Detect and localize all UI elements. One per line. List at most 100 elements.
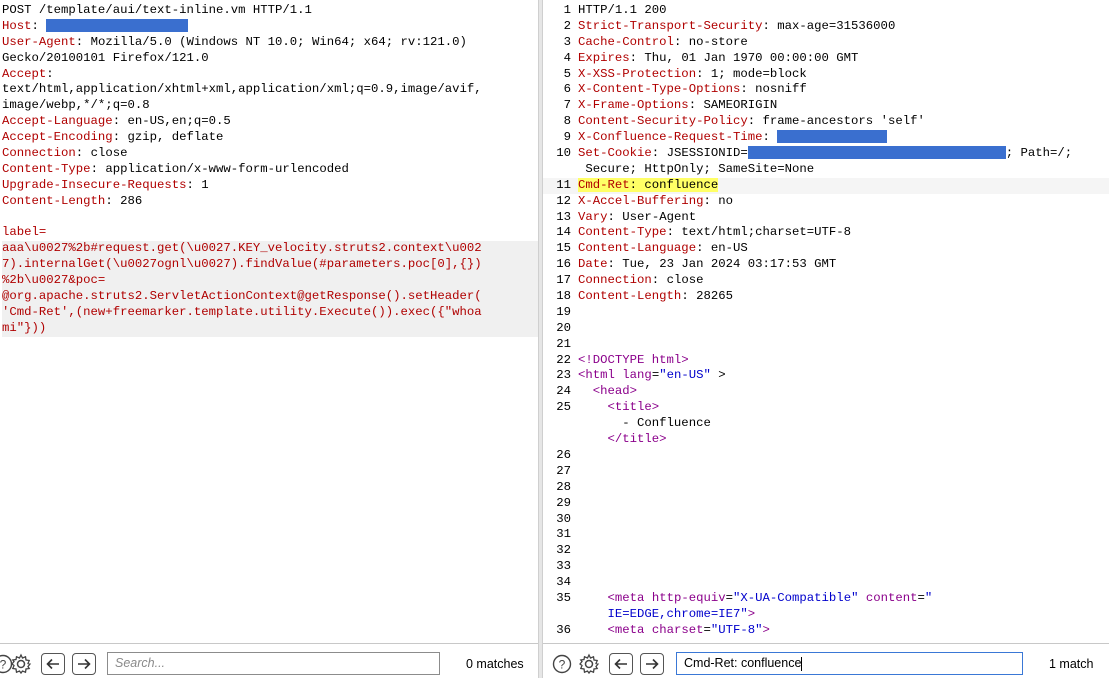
header-value: 1; mode=block <box>710 66 807 81</box>
arrow-left-icon <box>614 658 627 670</box>
line-number: 28 <box>556 479 571 494</box>
header-name: Strict-Transport-Security <box>578 18 763 33</box>
header-name: X-Confluence-Request-Time <box>578 130 763 145</box>
line-number: 4 <box>563 50 571 65</box>
response-line: 16 Date: Tue, 23 Jan 2024 03:17:53 GMT <box>543 257 1109 273</box>
header-name: Content-Language <box>578 241 697 256</box>
header-value: User-Agent <box>622 209 697 224</box>
param-value: %2b\u0027&poc= <box>2 273 106 288</box>
header-name: Vary <box>578 209 608 224</box>
html-text: = <box>703 622 711 637</box>
response-editor[interactable]: 1 HTTP/1.1 200 2 Strict-Transport-Security:… <box>543 3 1109 639</box>
line-number: 35 <box>556 590 571 605</box>
header-value: JSESSIONID= <box>666 146 748 161</box>
line-text: <meta http-equiv="X-UA-Compatible" conte… <box>578 590 933 607</box>
response-line: Secure; HttpOnly; SameSite=None <box>543 162 1109 178</box>
header-value: no <box>718 193 733 208</box>
gear-icon[interactable] <box>578 653 600 675</box>
header-colon: : <box>607 209 623 224</box>
previous-match-button[interactable] <box>609 653 633 675</box>
gear-icon[interactable] <box>10 653 32 675</box>
header-text: X-Frame-Options: SAMEORIGIN <box>578 98 777 112</box>
html-attr-name: lang <box>622 368 652 383</box>
svg-text:?: ? <box>559 658 566 672</box>
param-value: @org.apache.struts2.ServletActionContext… <box>2 289 482 304</box>
line-number: 18 <box>556 289 571 304</box>
line-text: Content-Type: text/html;charset=UTF-8 <box>578 225 851 241</box>
request-header-line: Accept-Language: en-US,en;q=0.5 <box>2 114 538 130</box>
header-text: Set-Cookie: JSESSIONID= ; Path=/; <box>578 146 1072 160</box>
header-continuation: Gecko/20100101 Firefox/121.0 <box>2 50 209 65</box>
line-number: 27 <box>556 463 571 478</box>
header-value: Tue, 23 Jan 2024 03:17:53 GMT <box>622 257 837 272</box>
next-match-button[interactable] <box>72 653 96 675</box>
request-search-input[interactable]: Search... <box>107 652 440 675</box>
line-number: 10 <box>556 146 571 161</box>
line-text: Cmd-Ret: confluence <box>578 177 719 194</box>
line-number: 15 <box>556 241 571 256</box>
line-text: Content-Length: 28265 <box>578 289 733 305</box>
redacted-value <box>747 146 1006 160</box>
request-header-line: Accept-Encoding: gzip, deflate <box>2 130 538 146</box>
next-match-button[interactable] <box>640 653 664 675</box>
html-tag: <meta <box>607 622 652 637</box>
header-name: Cache-Control <box>578 34 674 49</box>
line-text: </title> <box>578 432 667 448</box>
line-number: 36 <box>556 622 571 637</box>
response-match-count: 1 match <box>1049 657 1094 671</box>
request-pane[interactable]: POST /template/aui/text-inline.vm HTTP/1… <box>0 0 538 678</box>
line-text: Content-Security-Policy: frame-ancestors… <box>578 114 925 130</box>
header-colon: : <box>46 66 62 81</box>
response-line: 9 X-Confluence-Request-Time: <box>543 130 1109 146</box>
html-attr-name: charset <box>651 622 704 637</box>
header-name: Accept <box>2 66 47 81</box>
status-line: HTTP/1.1 200 <box>578 3 667 17</box>
header-name: Accept-Encoding <box>2 130 113 145</box>
line-text: IE=EDGE,chrome=IE7"> <box>578 606 756 623</box>
header-name: Expires <box>578 50 630 65</box>
response-line: 15 Content-Language: en-US <box>543 241 1109 257</box>
arrow-left-icon <box>46 658 59 670</box>
header-text: X-Content-Type-Options: nosniff <box>578 82 807 96</box>
previous-match-button[interactable] <box>41 653 65 675</box>
response-line: 20 <box>543 321 1109 337</box>
line-number: 24 <box>556 384 571 399</box>
response-line: 4 Expires: Thu, 01 Jan 1970 00:00:00 GMT <box>543 51 1109 67</box>
request-editor[interactable]: POST /template/aui/text-inline.vm HTTP/1… <box>2 3 538 337</box>
request-line: POST /template/aui/text-inline.vm HTTP/1… <box>2 3 312 17</box>
response-search-input[interactable]: Cmd-Ret: confluence <box>676 652 1023 675</box>
header-text: X-XSS-Protection: 1; mode=block <box>578 67 807 81</box>
line-number: 8 <box>563 114 571 129</box>
line-number: 1 <box>563 3 571 17</box>
request-body-line: 7).internalGet(\u0027ognl\u0027).findVal… <box>2 257 538 274</box>
response-line: 23 <html lang="en-US" > <box>543 368 1109 384</box>
line-number: 2 <box>563 18 571 33</box>
line-text: X-XSS-Protection: 1; mode=block <box>578 67 807 83</box>
header-colon: : <box>75 34 91 49</box>
header-name: Content-Security-Policy <box>578 114 748 129</box>
line-number: 31 <box>556 527 571 542</box>
request-body-line: @org.apache.struts2.ServletActionContext… <box>2 289 538 305</box>
header-colon: : <box>762 18 778 33</box>
response-line: 30 <box>543 512 1109 528</box>
header-value: SAMEORIGIN <box>703 98 778 113</box>
response-line: 36 <meta charset="UTF-8"> <box>543 623 1109 639</box>
header-value: gzip, deflate <box>127 130 224 145</box>
highlighted-match: Cmd-Ret: confluence <box>578 177 719 192</box>
header-colon: : <box>90 161 106 176</box>
help-icon[interactable]: ? <box>551 653 573 675</box>
header-name: Content-Length <box>578 289 682 304</box>
response-line: 10 Set-Cookie: JSESSIONID= ; Path=/; <box>543 146 1109 162</box>
line-number: 16 <box>556 257 571 272</box>
html-text <box>578 400 608 414</box>
header-colon: : <box>186 177 202 192</box>
response-pane[interactable]: 1 HTTP/1.1 200 2 Strict-Transport-Security:… <box>543 0 1109 678</box>
line-number: 34 <box>556 575 571 590</box>
param-name: label= <box>2 225 47 240</box>
html-attr-value: " <box>924 590 933 605</box>
request-header-line: Content-Length: 286 <box>2 194 538 210</box>
html-tag: > <box>747 606 756 621</box>
header-colon: : <box>629 177 645 192</box>
html-text <box>858 591 865 605</box>
